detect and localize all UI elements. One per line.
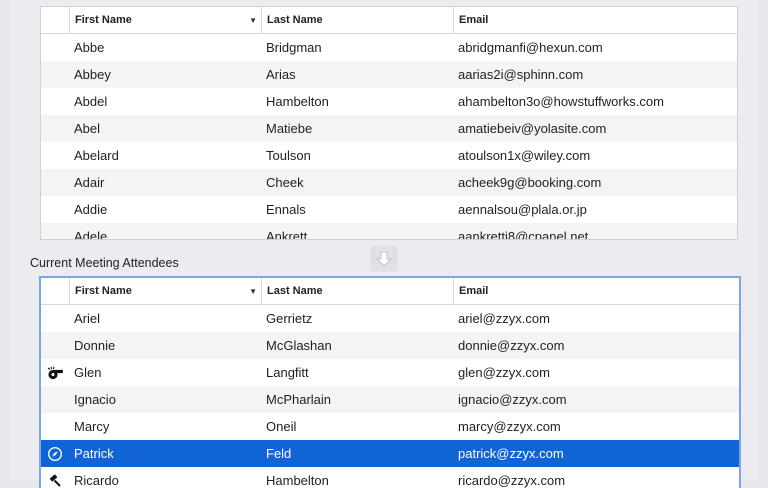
first-name-cell: Ariel bbox=[69, 311, 261, 326]
email-cell: ariel@zzyx.com bbox=[453, 311, 739, 326]
table-row[interactable]: Ignacio McPharlain ignacio@zzyx.com bbox=[41, 386, 739, 413]
email-cell: glen@zzyx.com bbox=[453, 365, 739, 380]
last-name-cell: Cheek bbox=[261, 175, 453, 190]
email-cell: patrick@zzyx.com bbox=[453, 446, 739, 461]
first-name-cell: Addie bbox=[69, 202, 261, 217]
last-name-cell: Feld bbox=[261, 446, 453, 461]
email-cell: aennalsou@plala.or.jp bbox=[453, 202, 737, 217]
attendees-table[interactable]: First Name ▼ Last Name Email Ariel Gerri… bbox=[39, 276, 741, 488]
table-row[interactable]: Abbey Arias aarias2i@sphinn.com bbox=[41, 61, 737, 88]
table-row[interactable]: Donnie McGlashan donnie@zzyx.com bbox=[41, 332, 739, 359]
first-name-cell: Glen bbox=[69, 365, 261, 380]
table-row[interactable]: Glen Langfitt glen@zzyx.com bbox=[41, 359, 739, 386]
last-name-cell: Bridgman bbox=[261, 40, 453, 55]
table-row[interactable]: Ariel Gerrietz ariel@zzyx.com bbox=[41, 305, 739, 332]
last-name-cell: Gerrietz bbox=[261, 311, 453, 326]
header-last-name[interactable]: Last Name bbox=[261, 7, 453, 33]
table-row[interactable]: Ricardo Hambelton ricardo@zzyx.com bbox=[41, 467, 739, 488]
table-row[interactable]: Marcy Oneil marcy@zzyx.com bbox=[41, 413, 739, 440]
table-row[interactable]: Addie Ennals aennalsou@plala.or.jp bbox=[41, 196, 737, 223]
table-row[interactable]: Abelard Toulson atoulson1x@wiley.com bbox=[41, 142, 737, 169]
first-name-cell: Abdel bbox=[69, 94, 261, 109]
email-cell: donnie@zzyx.com bbox=[453, 338, 739, 353]
email-cell: aankretti8@cpanel.net bbox=[453, 229, 737, 240]
table-header: First Name ▼ Last Name Email bbox=[41, 7, 737, 34]
last-name-cell: Ennals bbox=[261, 202, 453, 217]
gavel-icon bbox=[41, 473, 69, 488]
table-row[interactable]: Adair Cheek acheek9g@booking.com bbox=[41, 169, 737, 196]
first-name-cell: Donnie bbox=[69, 338, 261, 353]
compass-icon bbox=[41, 446, 69, 462]
arrow-down-icon bbox=[376, 251, 392, 267]
last-name-cell: Arias bbox=[261, 67, 453, 82]
sort-descending-icon: ▼ bbox=[249, 16, 257, 25]
sort-descending-icon: ▼ bbox=[249, 287, 257, 296]
email-cell: amatiebeiv@yolasite.com bbox=[453, 121, 737, 136]
header-email[interactable]: Email bbox=[453, 7, 737, 33]
last-name-cell: Langfitt bbox=[261, 365, 453, 380]
whistle-icon bbox=[41, 366, 69, 380]
header-email[interactable]: Email bbox=[453, 278, 739, 304]
last-name-cell: Hambelton bbox=[261, 94, 453, 109]
email-cell: abridgmanfi@hexun.com bbox=[453, 40, 737, 55]
attendees-section-label: Current Meeting Attendees bbox=[30, 256, 179, 270]
email-cell: ahambelton3o@howstuffworks.com bbox=[453, 94, 737, 109]
email-cell: aarias2i@sphinn.com bbox=[453, 67, 737, 82]
table-row[interactable]: Abbe Bridgman abridgmanfi@hexun.com bbox=[41, 34, 737, 61]
header-first-name[interactable]: First Name ▼ bbox=[69, 278, 261, 304]
first-name-cell: Abelard bbox=[69, 148, 261, 163]
header-first-name[interactable]: First Name ▼ bbox=[69, 7, 261, 33]
table-row-selected[interactable]: Patrick Feld patrick@zzyx.com bbox=[41, 440, 739, 467]
first-name-cell: Abbe bbox=[69, 40, 261, 55]
last-name-cell: Hambelton bbox=[261, 473, 453, 488]
email-cell: ignacio@zzyx.com bbox=[453, 392, 739, 407]
last-name-cell: Toulson bbox=[261, 148, 453, 163]
first-name-cell: Abel bbox=[69, 121, 261, 136]
last-name-cell: Ankrett bbox=[261, 229, 453, 240]
first-name-cell: Adair bbox=[69, 175, 261, 190]
header-icon-column bbox=[41, 278, 69, 304]
first-name-cell: Ignacio bbox=[69, 392, 261, 407]
first-name-cell: Abbey bbox=[69, 67, 261, 82]
last-name-cell: McPharlain bbox=[261, 392, 453, 407]
last-name-cell: Oneil bbox=[261, 419, 453, 434]
table-row[interactable]: Abel Matiebe amatiebeiv@yolasite.com bbox=[41, 115, 737, 142]
add-attendee-button[interactable] bbox=[370, 246, 398, 272]
email-cell: acheek9g@booking.com bbox=[453, 175, 737, 190]
email-cell: atoulson1x@wiley.com bbox=[453, 148, 737, 163]
email-cell: ricardo@zzyx.com bbox=[453, 473, 739, 488]
contacts-table[interactable]: First Name ▼ Last Name Email Abbe Bridgm… bbox=[40, 6, 738, 240]
last-name-cell: McGlashan bbox=[261, 338, 453, 353]
first-name-cell: Patrick bbox=[69, 446, 261, 461]
header-last-name[interactable]: Last Name bbox=[261, 278, 453, 304]
table-row[interactable]: Abdel Hambelton ahambelton3o@howstuffwor… bbox=[41, 88, 737, 115]
last-name-cell: Matiebe bbox=[261, 121, 453, 136]
first-name-cell: Marcy bbox=[69, 419, 261, 434]
header-icon-column bbox=[41, 7, 69, 33]
table-header: First Name ▼ Last Name Email bbox=[41, 278, 739, 305]
email-cell: marcy@zzyx.com bbox=[453, 419, 739, 434]
table-row[interactable]: Adele Ankrett aankretti8@cpanel.net bbox=[41, 223, 737, 240]
first-name-cell: Ricardo bbox=[69, 473, 261, 488]
first-name-cell: Adele bbox=[69, 229, 261, 240]
